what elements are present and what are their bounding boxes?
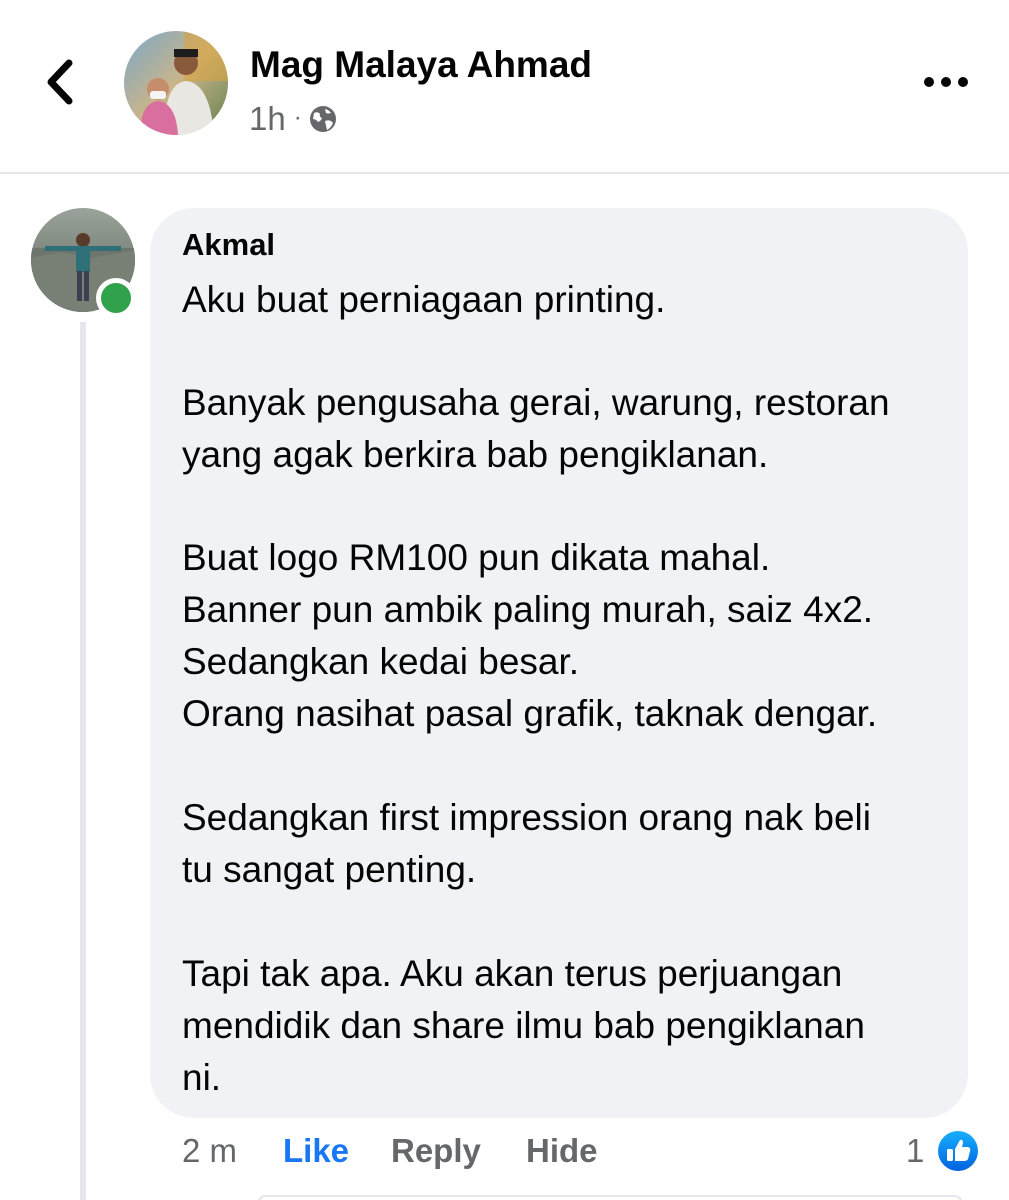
comment-author-name[interactable]: Akmal bbox=[182, 227, 275, 263]
post-header: Mag Malaya Ahmad 1h · bbox=[0, 0, 1009, 174]
more-options-button[interactable] bbox=[916, 60, 976, 104]
reaction-count[interactable]: 1 bbox=[906, 1130, 924, 1172]
comment-detail-screen: Mag Malaya Ahmad 1h · Akmal Aku buat per… bbox=[0, 0, 1009, 1200]
comment-text-line: Banyak pengusaha gerai, warung, restoran bbox=[182, 382, 890, 423]
online-status-indicator bbox=[96, 278, 136, 318]
post-author-avatar[interactable] bbox=[124, 31, 228, 135]
like-button[interactable]: Like bbox=[283, 1130, 349, 1172]
comment-text-line: Sedangkan kedai besar. bbox=[182, 641, 580, 682]
comment-time: 2 m bbox=[182, 1132, 238, 1169]
comment-text-line: Buat logo RM100 pun dikata mahal. bbox=[182, 537, 771, 578]
reply-input-edge bbox=[258, 1195, 962, 1200]
comment-text-line: Sedangkan first impression orang nak bel… bbox=[182, 797, 871, 838]
comment-text-line: mendidik dan share ilmu bab pengiklanan bbox=[182, 1005, 865, 1046]
hide-button[interactable]: Hide bbox=[526, 1130, 598, 1172]
back-button[interactable] bbox=[30, 50, 90, 114]
comment-text-line: ni. bbox=[182, 1057, 222, 1098]
comment-text-line: Orang nasihat pasal grafik, taknak denga… bbox=[182, 693, 878, 734]
meta-separator: · bbox=[293, 104, 302, 131]
chevron-left-icon bbox=[47, 59, 73, 105]
thread-line bbox=[80, 322, 86, 1200]
like-reaction-icon[interactable] bbox=[935, 1128, 981, 1174]
globe-icon bbox=[309, 106, 336, 132]
comment-text-line: Banner pun ambik paling murah, saiz 4x2. bbox=[182, 589, 874, 630]
post-meta: 1h · bbox=[249, 99, 338, 139]
comment-text-line: Tapi tak apa. Aku akan terus perjuangan bbox=[182, 953, 843, 994]
comment-text-line: tu sangat penting. bbox=[182, 849, 477, 890]
comment-text-line: Aku buat perniagaan printing. bbox=[182, 279, 666, 320]
post-author-name[interactable]: Mag Malaya Ahmad bbox=[250, 44, 592, 86]
more-horizontal-icon bbox=[924, 77, 968, 87]
post-time: 1h bbox=[249, 100, 286, 137]
comment-text-line: yang agak berkira bab pengiklanan. bbox=[182, 434, 769, 475]
reply-button[interactable]: Reply bbox=[391, 1130, 481, 1172]
